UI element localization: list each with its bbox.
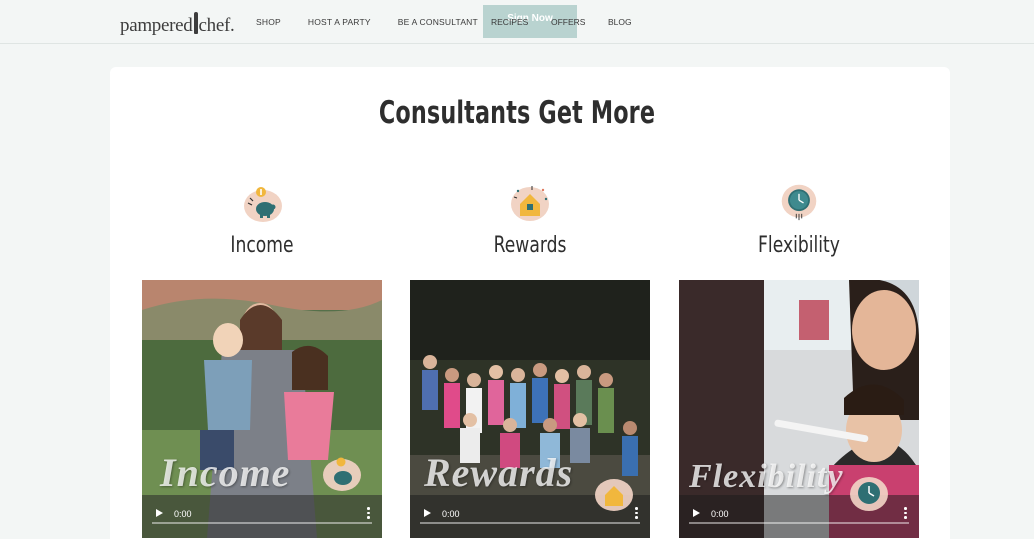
feature-title-income: Income xyxy=(230,233,294,258)
flexibility-overlay-text: Flexibility xyxy=(689,458,844,495)
more-options-icon[interactable] xyxy=(904,507,907,520)
play-icon[interactable] xyxy=(156,509,163,517)
nav-be-a-consultant[interactable]: BE A CONSULTANT xyxy=(398,17,478,27)
flexibility-video-controls: 0:00 xyxy=(679,498,919,538)
income-video-controls: 0:00 xyxy=(142,498,382,538)
play-icon[interactable] xyxy=(424,509,431,517)
spoon-icon xyxy=(193,12,198,34)
more-options-icon[interactable] xyxy=(635,507,638,520)
piggy-bank-overlay-icon xyxy=(323,457,361,491)
video-time: 0:00 xyxy=(442,509,460,519)
video-progress-bar[interactable] xyxy=(152,522,372,524)
more-options-icon[interactable] xyxy=(367,507,370,520)
logo-text-right: chef. xyxy=(198,15,235,36)
clock-icon xyxy=(781,184,817,221)
flexibility-video[interactable]: Flexibility 0:00 xyxy=(679,280,919,538)
nav-host-a-party[interactable]: HOST A PARTY xyxy=(308,17,371,27)
rewards-overlay-text: Rewards xyxy=(424,450,574,495)
video-time: 0:00 xyxy=(174,509,192,519)
page-heading: Consultants Get More xyxy=(378,95,656,131)
pampered-chef-logo[interactable]: pampered chef. xyxy=(120,12,235,37)
nav-blog[interactable]: BLOG xyxy=(608,0,632,44)
rewards-video-controls: 0:00 xyxy=(410,498,650,538)
main-nav: SHOP HOST A PARTY BE A CONSULTANT xyxy=(256,0,505,44)
video-progress-bar[interactable] xyxy=(689,522,909,524)
video-time: 0:00 xyxy=(711,509,729,519)
feature-title-flexibility: Flexibility xyxy=(758,233,840,258)
piggy-bank-coin-icon xyxy=(244,187,282,222)
feature-title-rewards: Rewards xyxy=(493,233,567,258)
play-icon[interactable] xyxy=(693,509,700,517)
logo-text-left: pampered xyxy=(120,15,193,36)
nav-shop[interactable]: SHOP xyxy=(256,17,281,27)
gift-house-icon xyxy=(511,186,549,221)
rewards-video[interactable]: Rewards 0:00 xyxy=(410,280,650,538)
income-video[interactable]: Income 0:00 xyxy=(142,280,382,538)
nav-offers[interactable]: OFFERS xyxy=(551,0,585,44)
video-progress-bar[interactable] xyxy=(420,522,640,524)
nav-recipes[interactable]: RECIPES xyxy=(491,0,528,44)
top-nav-bar: pampered chef. SHOP HOST A PARTY BE A CON… xyxy=(0,0,1034,44)
income-overlay-text: Income xyxy=(160,450,291,495)
